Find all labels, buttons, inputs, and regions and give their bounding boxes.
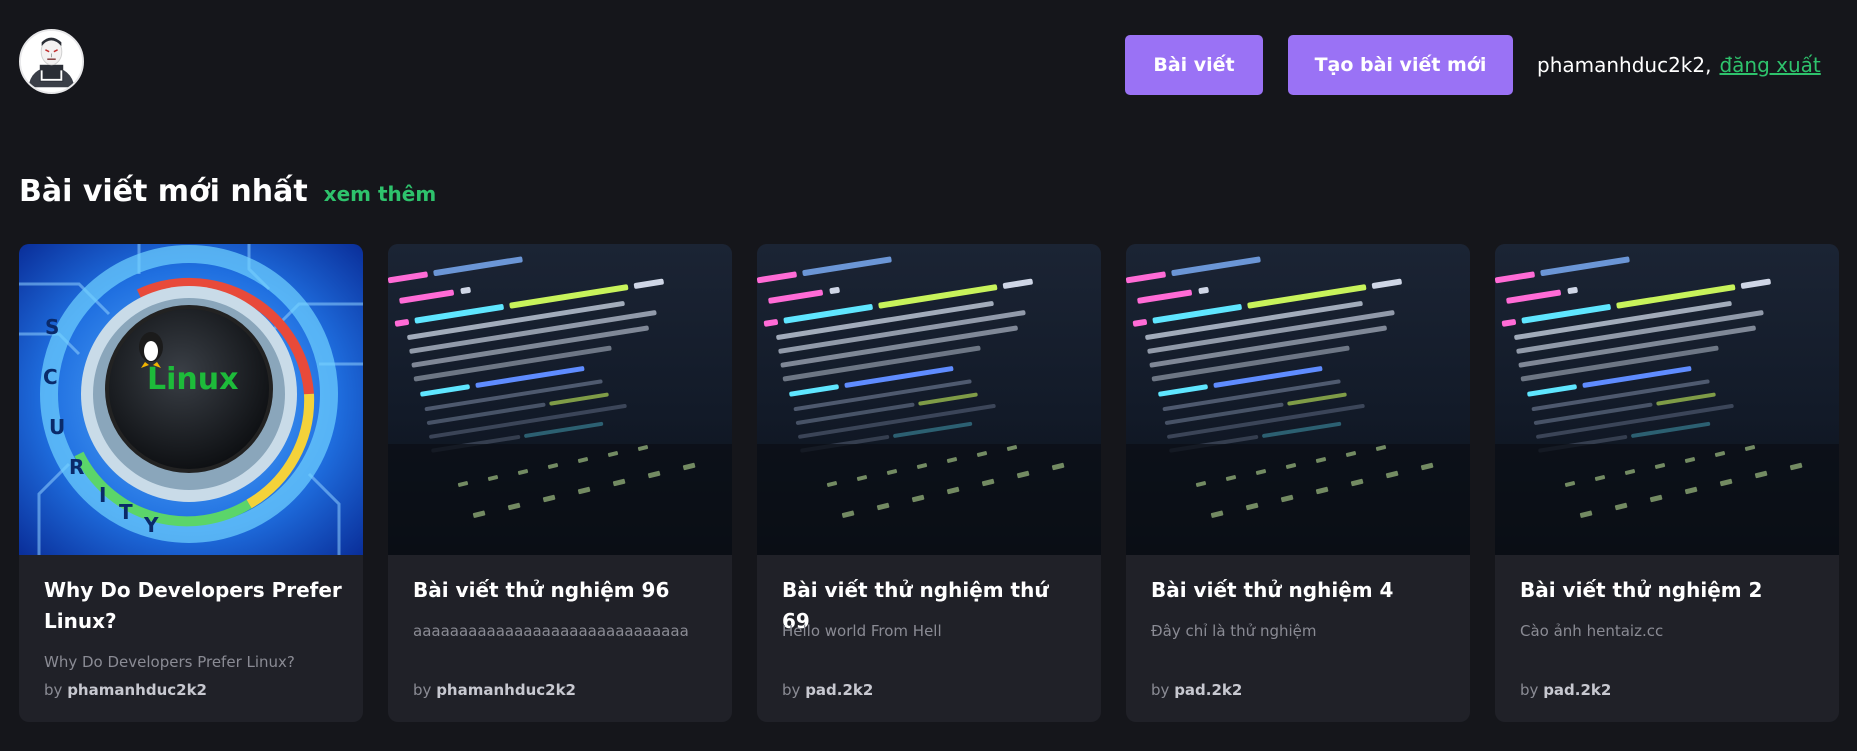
svg-text:U: U (49, 415, 65, 439)
user-area: phamanhduc2k2, đăng xuất (1537, 49, 1821, 81)
author-name: phamanhduc2k2 (67, 681, 207, 699)
post-card[interactable]: Bài viết thử nghiệm thứ 69 Hello world F… (757, 244, 1101, 722)
latest-posts-list: Linux S C U R I T Y Why Do Developers Pr… (19, 244, 1857, 722)
post-card-body: Bài viết thử nghiệm 4 Đây chỉ là thử ngh… (1151, 575, 1452, 722)
code-screen-image (388, 244, 732, 555)
svg-text:C: C (43, 365, 58, 389)
post-title[interactable]: Why Do Developers Prefer Linux? (44, 575, 345, 637)
post-card[interactable]: Bài viết thử nghiệm 2 Cào ảnh hentaiz.cc… (1495, 244, 1839, 722)
by-label: by (1151, 681, 1170, 699)
post-thumbnail[interactable] (757, 244, 1101, 555)
post-card[interactable]: Bài viết thử nghiệm 96 aaaaaaaaaaaaaaaaa… (388, 244, 732, 722)
post-thumbnail[interactable] (1126, 244, 1470, 555)
post-description: Why Do Developers Prefer Linux? (44, 653, 295, 671)
code-screen-image (1126, 244, 1470, 555)
svg-text:I: I (99, 483, 106, 507)
see-more-link[interactable]: xem thêm (324, 182, 436, 206)
post-card-body: Bài viết thử nghiệm 96 aaaaaaaaaaaaaaaaa… (413, 575, 714, 722)
svg-text:R: R (69, 455, 84, 479)
avatar-icon (21, 31, 82, 92)
post-title[interactable]: Bài viết thử nghiệm 4 (1151, 575, 1452, 606)
posts-button[interactable]: Bài viết (1125, 35, 1263, 95)
top-navbar: Bài viết Tạo bài viết mới phamanhduc2k2,… (0, 0, 1857, 130)
post-author: by pad.2k2 (1151, 681, 1242, 699)
author-name: phamanhduc2k2 (436, 681, 576, 699)
post-title[interactable]: Bài viết thử nghiệm 96 (413, 575, 714, 606)
post-description: Cào ảnh hentaiz.cc (1520, 622, 1664, 640)
section-title: Bài viết mới nhất (19, 174, 308, 209)
post-card[interactable]: Linux S C U R I T Y Why Do Developers Pr… (19, 244, 363, 722)
by-label: by (782, 681, 801, 699)
post-card-body: Bài viết thử nghiệm 2 Cào ảnh hentaiz.cc… (1520, 575, 1821, 722)
post-author: by phamanhduc2k2 (413, 681, 576, 699)
post-description: Hello world From Hell (782, 622, 942, 640)
post-card-body: Bài viết thử nghiệm thứ 69 Hello world F… (782, 575, 1083, 722)
code-screen-image (1495, 244, 1839, 555)
code-screen-image (757, 244, 1101, 555)
post-card-body: Why Do Developers Prefer Linux? Why Do D… (44, 575, 345, 722)
svg-text:Y: Y (143, 513, 159, 537)
by-label: by (413, 681, 432, 699)
post-card[interactable]: Bài viết thử nghiệm 4 Đây chỉ là thử ngh… (1126, 244, 1470, 722)
svg-text:Linux: Linux (147, 362, 238, 397)
by-label: by (44, 681, 63, 699)
svg-text:T: T (119, 500, 133, 524)
post-description: Đây chỉ là thử nghiệm (1151, 622, 1317, 640)
post-thumbnail[interactable] (1495, 244, 1839, 555)
post-author: by pad.2k2 (782, 681, 873, 699)
author-name: pad.2k2 (1543, 681, 1612, 699)
create-post-button[interactable]: Tạo bài viết mới (1288, 35, 1513, 95)
post-description: aaaaaaaaaaaaaaaaaaaaaaaaaaaaaa (413, 622, 689, 640)
by-label: by (1520, 681, 1539, 699)
author-name: pad.2k2 (1174, 681, 1243, 699)
post-thumbnail[interactable]: Linux S C U R I T Y (19, 244, 363, 555)
linux-security-image: Linux S C U R I T Y (19, 244, 363, 555)
post-thumbnail[interactable] (388, 244, 732, 555)
post-author: by pad.2k2 (1520, 681, 1611, 699)
post-author: by phamanhduc2k2 (44, 681, 207, 699)
section-header: Bài viết mới nhất xem thêm (19, 174, 436, 216)
avatar[interactable] (19, 29, 84, 94)
post-title[interactable]: Bài viết thử nghiệm 2 (1520, 575, 1821, 606)
svg-text:S: S (45, 315, 59, 339)
author-name: pad.2k2 (805, 681, 874, 699)
logout-link[interactable]: đăng xuất (1719, 53, 1820, 77)
username: phamanhduc2k2, (1537, 53, 1712, 77)
